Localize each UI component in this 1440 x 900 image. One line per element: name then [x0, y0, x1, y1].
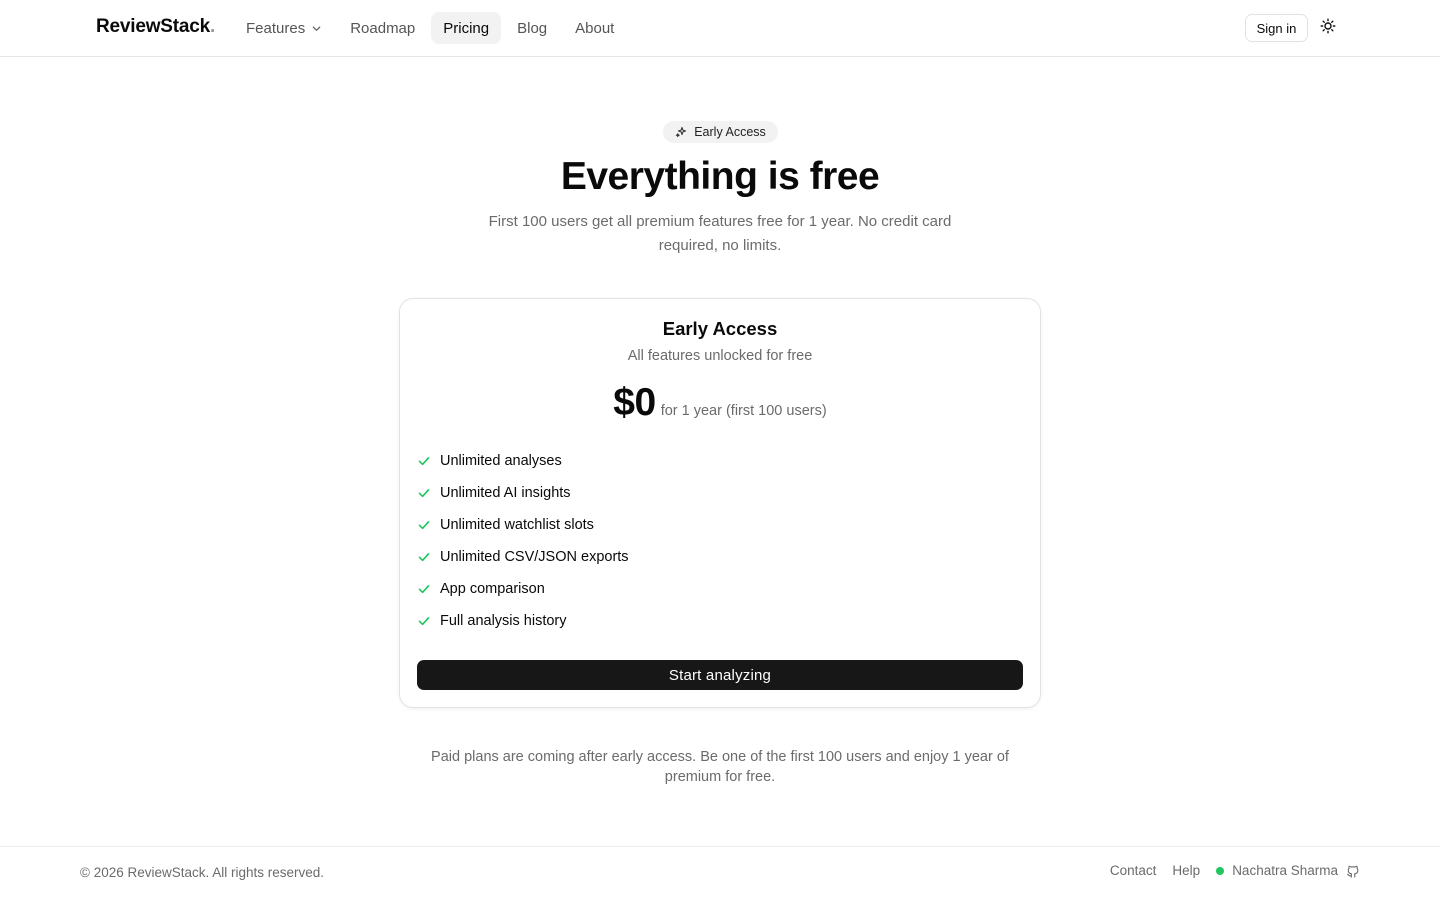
plan-price: $0	[613, 381, 656, 424]
plan-title: Early Access	[662, 318, 778, 339]
copyright-text: © 2026 ReviewStack. All rights reserved.	[80, 865, 325, 880]
feature-label: Unlimited CSV/JSON exports	[440, 549, 629, 565]
check-icon	[417, 454, 431, 468]
price-note: for 1 year (first 100 users)	[660, 403, 827, 419]
feature-list: Unlimited analyses Unlimited AI insights…	[417, 445, 629, 637]
feature-item: Unlimited AI insights	[417, 477, 629, 509]
early-access-badge: Early Access	[663, 121, 778, 143]
check-icon	[417, 486, 431, 500]
start-analyzing-button[interactable]: Start analyzing	[417, 660, 1023, 690]
pricing-card: Early Access All features unlocked for f…	[399, 298, 1041, 708]
feature-label: Unlimited analyses	[440, 453, 562, 469]
page-title: Everything is free	[560, 155, 880, 198]
brand-logo[interactable]: ReviewStack.	[96, 16, 215, 38]
top-navbar: ReviewStack. Features Roadmap Pricing Bl…	[0, 0, 1440, 57]
paid-plans-note: Paid plans are coming after early access…	[431, 749, 1009, 785]
feature-label: App comparison	[440, 581, 545, 597]
footer-links: Contact Help Nachatra Sharma	[1094, 863, 1360, 878]
feature-item: Unlimited analyses	[417, 445, 629, 477]
check-icon	[417, 550, 431, 564]
sparkles-icon	[675, 126, 687, 138]
sun-icon	[1320, 18, 1336, 39]
nav-blog[interactable]: Blog	[505, 12, 559, 44]
main-nav: Features Roadmap Pricing Blog About	[234, 12, 630, 44]
author-name: Nachatra Sharma	[1232, 863, 1338, 878]
nav-pricing[interactable]: Pricing	[431, 12, 502, 44]
footer-link-contact[interactable]: Contact	[1110, 863, 1157, 878]
feature-item: Unlimited watchlist slots	[417, 509, 629, 541]
feature-label: Unlimited watchlist slots	[440, 517, 594, 533]
feature-label: Full analysis history	[440, 613, 567, 629]
nav-roadmap[interactable]: Roadmap	[338, 12, 427, 44]
check-icon	[417, 518, 431, 532]
site-footer: © 2026 ReviewStack. All rights reserved.…	[0, 846, 1440, 900]
github-icon	[1346, 864, 1360, 878]
check-icon	[417, 582, 431, 596]
feature-label: Unlimited AI insights	[440, 485, 571, 501]
nav-features-label: Features	[246, 19, 306, 37]
footer-link-help[interactable]: Help	[1172, 863, 1200, 878]
status-dot	[1216, 866, 1225, 875]
price-row: $0 for 1 year (first 100 users)	[400, 381, 1040, 425]
theme-toggle-button[interactable]	[1318, 18, 1338, 38]
badge-label: Early Access	[694, 125, 766, 139]
nav-about[interactable]: About	[563, 12, 626, 44]
page-subtitle: First 100 users get all premium features…	[488, 213, 952, 254]
feature-item: Unlimited CSV/JSON exports	[417, 541, 629, 573]
sign-in-button[interactable]: Sign in	[1245, 14, 1308, 42]
plan-subtitle: All features unlocked for free	[627, 348, 813, 364]
feature-item: App comparison	[417, 573, 629, 605]
feature-item: Full analysis history	[417, 605, 629, 637]
author-link[interactable]: Nachatra Sharma	[1216, 863, 1360, 878]
chevron-down-icon	[311, 23, 322, 34]
check-icon	[417, 614, 431, 628]
nav-features[interactable]: Features	[234, 12, 334, 44]
